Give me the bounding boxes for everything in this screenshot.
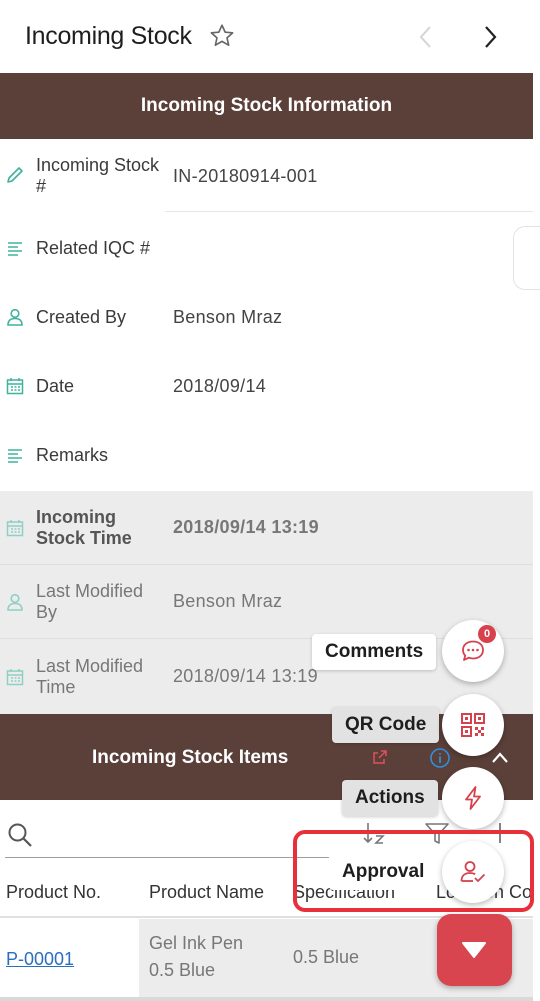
person-icon [7, 308, 23, 326]
field-label: Incoming Stock Time [36, 507, 132, 548]
field-row-incoming-stock-time: Incoming Stock Time 2018/09/14 13:19 [0, 491, 533, 565]
field-label: Created By [36, 307, 127, 327]
field-value: IN-20180914-001 [173, 166, 318, 186]
calendar-icon [6, 669, 24, 686]
chevron-left-icon[interactable] [414, 24, 438, 50]
product-name-line1: Gel Ink Pen [149, 933, 244, 953]
field-row-date: Date 2018/09/14 [0, 350, 533, 423]
comments-button[interactable]: 0 [442, 620, 504, 682]
comments-count-badge: 0 [478, 625, 496, 643]
product-name-line2: 0.5 Blue [149, 960, 216, 980]
calendar-icon [6, 520, 24, 537]
chevron-up-icon[interactable] [489, 747, 511, 769]
info-section-header: Incoming Stock Information [0, 73, 533, 139]
field-value: 2018/09/14 13:19 [173, 666, 318, 686]
field-value: Benson Mraz [173, 307, 283, 327]
lines-icon [8, 242, 22, 256]
search-icon[interactable] [7, 822, 33, 848]
field-label: Related IQC # [36, 238, 151, 258]
field-label: Remarks [36, 445, 109, 465]
field-value: 2018/09/14 [173, 376, 267, 396]
calendar-icon [6, 378, 24, 395]
field-value: 2018/09/14 13:19 [173, 517, 319, 537]
side-drawer-handle[interactable] [513, 226, 540, 290]
qr-code-icon [461, 713, 485, 737]
top-bar: Incoming Stock [0, 0, 540, 73]
approval-highlight-box [293, 830, 534, 912]
external-link-icon[interactable] [372, 749, 388, 765]
chevron-right-icon[interactable] [478, 24, 502, 50]
qr-code-label[interactable]: QR Code [332, 707, 440, 743]
field-row-related-iqc: Related IQC # [0, 212, 533, 285]
speed-dial-toggle-button[interactable] [437, 914, 512, 986]
list-bottom-border [0, 997, 533, 1001]
field-label: Last Modified By [36, 581, 144, 622]
info-icon[interactable] [429, 747, 451, 769]
actions-label[interactable]: Actions [342, 780, 438, 816]
qr-code-button[interactable] [442, 694, 504, 756]
pencil-icon [7, 167, 23, 183]
column-header-product-name[interactable]: Product Name [149, 882, 264, 903]
items-section-title: Incoming Stock Items [92, 747, 289, 768]
field-value: Benson Mraz [173, 591, 283, 611]
field-row-incoming-stock-no: Incoming Stock # IN-20180914-001 [0, 139, 533, 212]
field-row-created-by: Created By Benson Mraz [0, 281, 533, 354]
lines-icon [8, 449, 22, 463]
column-header-product-no[interactable]: Product No. [6, 882, 101, 903]
info-section-title: Incoming Stock Information [140, 95, 393, 116]
product-no-link[interactable]: P-00001 [6, 949, 74, 970]
field-label: Incoming Stock # [36, 155, 160, 196]
field-row-remarks: Remarks [0, 419, 533, 491]
lightning-icon [465, 786, 481, 810]
caret-down-icon [462, 942, 486, 958]
field-label: Last Modified Time [36, 656, 144, 697]
specification-value: 0.5 Blue [293, 947, 360, 967]
comments-label[interactable]: Comments [312, 634, 437, 670]
page-title: Incoming Stock [25, 22, 192, 50]
actions-button[interactable] [442, 767, 504, 829]
star-icon[interactable] [208, 22, 236, 50]
field-label: Date [36, 376, 75, 396]
person-icon [7, 593, 23, 611]
